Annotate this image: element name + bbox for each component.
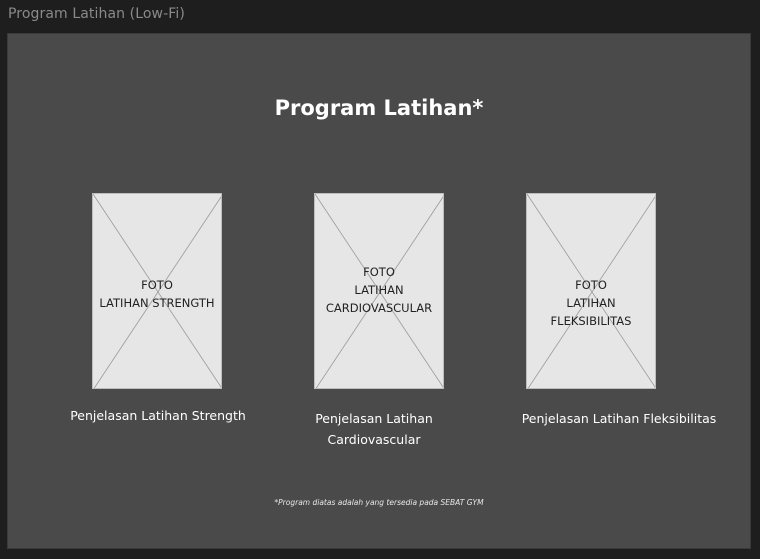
strength-photo-label: FOTO LATIHAN STRENGTH <box>99 278 215 310</box>
footnote: *Program diatas adalah yang tersedia pad… <box>274 498 484 507</box>
strength-caption: Penjelasan Latihan Strength <box>70 408 246 423</box>
page-title: Program Latihan* <box>274 96 484 120</box>
cardio-caption: Penjelasan Latihan Cardiovascular <box>315 411 433 447</box>
program-latihan-frame: Program Latihan* FOTO LATIHAN STRENGTH P… <box>8 34 750 548</box>
flexibility-caption: Penjelasan Latihan Fleksibilitas <box>521 411 717 426</box>
flexibility-photo-label: FOTO LATIHAN FLEKSIBILITAS <box>550 278 632 328</box>
frame-title[interactable]: Program Latihan (Low-Fi) <box>8 6 185 22</box>
cardio-photo-placeholder[interactable]: FOTO LATIHAN CARDIOVASCULAR <box>314 193 444 389</box>
cardio-photo-label: FOTO LATIHAN CARDIOVASCULAR <box>325 265 433 315</box>
flexibility-photo-placeholder[interactable]: FOTO LATIHAN FLEKSIBILITAS <box>526 193 656 389</box>
strength-photo-placeholder[interactable]: FOTO LATIHAN STRENGTH <box>92 193 222 389</box>
